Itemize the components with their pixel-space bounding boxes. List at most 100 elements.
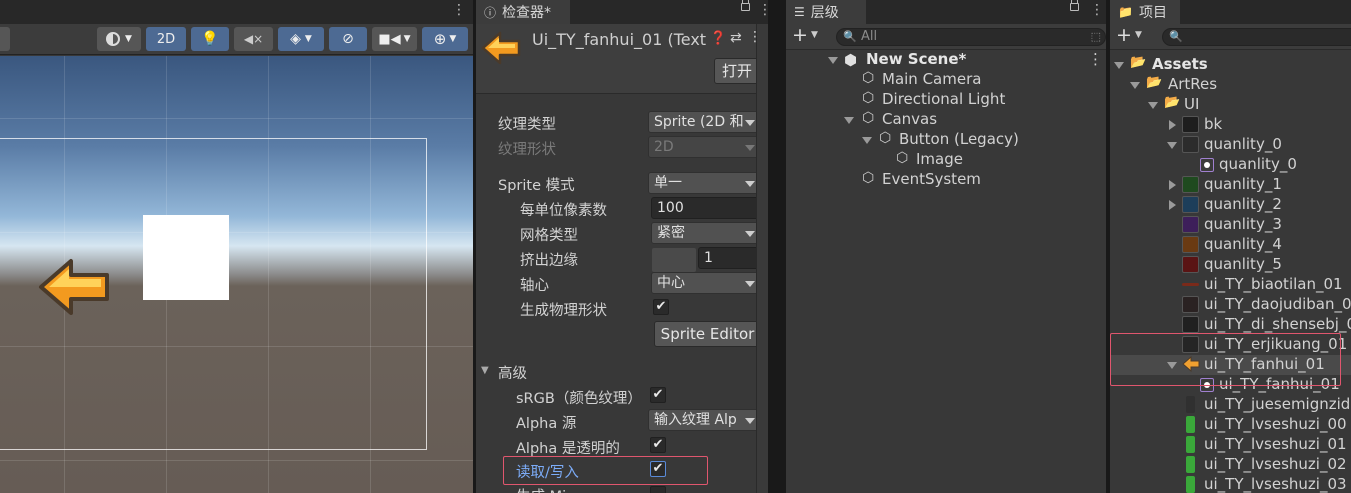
tab-hierarchy[interactable]: ☰ 层级 [786, 0, 866, 24]
alpha-source-dropdown[interactable]: 输入纹理 Alp [648, 409, 761, 431]
gizmos-dropdown[interactable]: ⊕ ▼ [422, 27, 468, 51]
expand-arrow-icon[interactable] [1169, 120, 1176, 130]
sprite-editor-button[interactable]: Sprite Editor [654, 321, 761, 347]
project-asset-row[interactable]: ui_TY_lvseshuzi_01 [1110, 435, 1351, 455]
project-asset-row[interactable]: ui_TY_lvseshuzi_02 [1110, 455, 1351, 475]
srgb-checkbox[interactable]: ✔ [650, 387, 666, 403]
generate-physics-shape-checkbox[interactable]: ✔ [653, 299, 669, 315]
lock-icon[interactable] [741, 0, 750, 11]
hierarchy-menu-icon[interactable]: ⋮ [1090, 2, 1104, 18]
texture-thumbnail-icon [1182, 256, 1199, 273]
expand-arrow-icon[interactable] [862, 137, 872, 144]
generate-mipmap-checkbox[interactable] [650, 486, 666, 493]
hierarchy-item[interactable]: ⬡ Button (Legacy) [786, 130, 1106, 150]
back-arrow-sprite[interactable] [37, 257, 113, 317]
project-asset-row[interactable]: quanlity_1 [1110, 175, 1351, 195]
project-asset-row[interactable]: bk [1110, 115, 1351, 135]
foldout-down-icon[interactable]: ▼ [481, 365, 489, 376]
info-icon: ⓘ [484, 5, 497, 20]
sprite-icon [1200, 158, 1214, 172]
folder-assets-row[interactable]: 📂 Assets [1110, 55, 1351, 75]
pivot-dropdown[interactable]: 中心 [651, 272, 761, 294]
project-asset-row[interactable]: ui_TY_lvseshuzi_03 [1110, 475, 1351, 493]
expand-arrow-icon[interactable] [1114, 62, 1124, 69]
project-panel: 📁 项目 + ▼ 🔍 📂 Assets 📂 ArtRes 📂 UI bk quan… [1110, 0, 1351, 493]
project-asset-row[interactable]: ui_TY_biaotilan_01 [1110, 275, 1351, 295]
project-asset-row[interactable]: quanlity_2 [1110, 195, 1351, 215]
texture-type-dropdown[interactable]: Sprite (2D 和 [648, 111, 761, 133]
read-write-checkbox[interactable]: ✔ [650, 461, 666, 477]
sprite-mode-dropdown[interactable]: 单一 [648, 172, 761, 194]
tab-project[interactable]: 📁 项目 [1110, 0, 1180, 24]
project-sub-asset-row[interactable]: quanlity_0 [1110, 155, 1351, 175]
project-asset-row[interactable]: quanlity_0 [1110, 135, 1351, 155]
hierarchy-search-input[interactable]: 🔍 All ⬚ [836, 28, 1106, 46]
toolbar-left-button[interactable] [0, 27, 10, 51]
scene-menu-icon[interactable]: ⋮ [452, 2, 466, 18]
toggle-2d-button[interactable]: 2D [146, 27, 186, 51]
scene-root-row[interactable]: ⬢ New Scene* ⋮ [786, 50, 1106, 70]
mesh-type-dropdown[interactable]: 紧密 [651, 222, 761, 244]
expand-arrow-icon[interactable] [1169, 180, 1176, 190]
project-asset-row[interactable]: quanlity_3 [1110, 215, 1351, 235]
project-search-input[interactable]: 🔍 [1162, 28, 1351, 46]
texture-thumbnail-icon [1182, 136, 1199, 153]
texture-shape-value: 2D [654, 139, 674, 155]
add-plus-icon[interactable]: + [792, 24, 808, 46]
audio-toggle-button[interactable]: ◀× [234, 27, 273, 51]
gameobject-cube-icon: ⬡ [862, 90, 875, 106]
hierarchy-item[interactable]: ⬡ Main Camera [786, 70, 1106, 90]
advanced-foldout-label[interactable]: 高级 [498, 362, 527, 383]
chevron-down-icon[interactable]: ▼ [1135, 30, 1142, 40]
folder-artres-row[interactable]: 📂 ArtRes [1110, 75, 1351, 95]
hidden-objects-icon: ⊘ [342, 31, 354, 47]
expand-arrow-icon[interactable] [828, 57, 838, 64]
folder-icon: 📂 [1164, 95, 1181, 110]
open-button[interactable]: 打开 [714, 58, 760, 84]
project-asset-row[interactable]: quanlity_5 [1110, 255, 1351, 275]
expand-arrow-icon[interactable] [1169, 200, 1176, 210]
hidden-objects-toggle[interactable]: ⊘ [329, 27, 367, 51]
alpha-is-transparency-checkbox[interactable]: ✔ [650, 437, 666, 453]
pivot-label: 轴心 [520, 278, 549, 294]
pixels-per-unit-field[interactable]: 100 [651, 197, 761, 219]
help-icon[interactable]: ❓ [710, 31, 726, 46]
hierarchy-item[interactable]: ⬡ EventSystem [786, 170, 1106, 190]
image-object[interactable] [143, 215, 229, 300]
chevron-down-icon: ▼ [449, 34, 457, 44]
folder-ui-row[interactable]: 📂 UI [1110, 95, 1351, 115]
preset-icon[interactable]: ⇄ [730, 30, 742, 46]
hierarchy-item[interactable]: ⬡ Canvas [786, 110, 1106, 130]
hierarchy-item[interactable]: ⬡ Directional Light [786, 90, 1106, 110]
search-options-icon[interactable]: ⬚ [1091, 29, 1101, 45]
project-asset-row[interactable]: ui_TY_daojudiban_01 [1110, 295, 1351, 315]
extrude-slider-track[interactable] [652, 248, 696, 272]
tab-inspector[interactable]: ⓘ 检查器* [476, 0, 570, 24]
inspector-panel: ⓘ 检查器* ⋮ Ui_TY_fanhui_01 (Text ❓ ⇄ ⋮ 打开 … [476, 0, 768, 493]
project-asset-row[interactable]: ui_TY_juesemignzidi_ [1110, 395, 1351, 415]
inspector-menu-icon[interactable]: ⋮ [758, 2, 768, 18]
inspector-scrollbar[interactable] [756, 24, 768, 493]
expand-arrow-icon[interactable] [1167, 142, 1177, 149]
project-asset-row[interactable]: quanlity_4 [1110, 235, 1351, 255]
hierarchy-item[interactable]: ⬡ Image [786, 150, 1106, 170]
lightbulb-toggle-button[interactable]: 💡 [191, 27, 229, 51]
effects-dropdown[interactable]: ◈ ▼ [278, 27, 324, 51]
lock-icon[interactable] [1070, 0, 1079, 11]
camera-dropdown[interactable]: ■◀ ▼ [372, 27, 417, 51]
shading-mode-dropdown[interactable]: ▼ [97, 27, 141, 51]
asset-label: ui_TY_biaotilan_01 [1204, 275, 1343, 293]
chevron-down-icon[interactable]: ▼ [811, 30, 818, 40]
sprite-mode-label: Sprite 模式 [498, 178, 575, 194]
project-asset-row[interactable]: ui_TY_di_shensebj_01 [1110, 315, 1351, 335]
expand-arrow-icon[interactable] [844, 117, 854, 124]
extrude-edges-field[interactable]: 1 [698, 247, 761, 269]
asset-label: quanlity_1 [1204, 175, 1282, 193]
expand-arrow-icon[interactable] [1130, 82, 1140, 89]
project-asset-row[interactable]: ui_TY_lvseshuzi_00 [1110, 415, 1351, 435]
texture-type-value: Sprite (2D 和 [654, 114, 744, 130]
add-plus-icon[interactable]: + [1116, 24, 1132, 46]
scene-viewport[interactable] [0, 56, 473, 493]
scene-menu-icon[interactable]: ⋮ [1088, 50, 1103, 68]
expand-arrow-icon[interactable] [1148, 102, 1158, 109]
